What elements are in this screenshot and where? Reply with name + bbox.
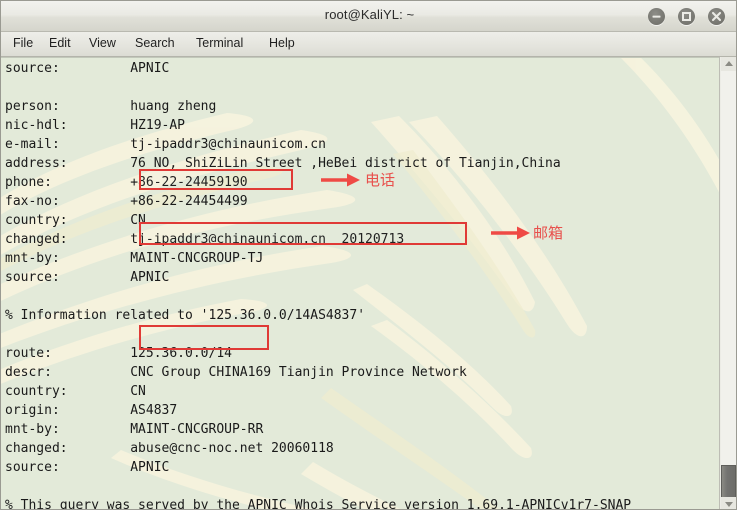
terminal-line: % Information related to '125.36.0.0/14A… — [5, 308, 366, 323]
terminal-line: mnt-by: MAINT-CNCGROUP-TJ — [5, 251, 264, 266]
terminal-output-area[interactable]: source: APNIC person: huang zheng nic-hdl:… — [1, 57, 736, 510]
menu-item-search[interactable]: Search — [133, 36, 177, 50]
menu-item-file[interactable]: File — [11, 36, 35, 50]
minimize-icon — [652, 15, 661, 18]
terminal-line: nic-hdl: HZ19-AP — [5, 118, 186, 133]
menu-bar: File Edit View Search Terminal Help — [1, 32, 736, 57]
close-icon — [711, 11, 722, 22]
terminal-line: mnt-by: MAINT-CNCGROUP-RR — [5, 422, 264, 437]
email-annotation-label: 邮箱 — [533, 224, 564, 242]
maximize-icon — [682, 12, 691, 21]
terminal-line: source: APNIC — [5, 460, 170, 475]
close-button[interactable] — [708, 8, 725, 25]
terminal-line: source: APNIC — [5, 61, 170, 76]
phone-annotation-label: 电话 — [365, 171, 396, 189]
minimize-button[interactable] — [648, 8, 665, 25]
terminal-line: source: APNIC — [5, 270, 170, 285]
terminal-line: descr: CNC Group CHINA169 Tianjin Provin… — [5, 365, 467, 380]
terminal-line: country: CN — [5, 213, 146, 228]
terminal-line: changed: tj-ipaddr3@chinaunicom.cn 20120… — [5, 232, 405, 247]
terminal-line: e-mail: tj-ipaddr3@chinaunicom.cn — [5, 137, 326, 152]
terminal-line: route: 125.36.0.0/14 — [5, 346, 232, 361]
terminal-line: fax-no: +86-22-24454499 — [5, 194, 248, 209]
menu-item-edit[interactable]: Edit — [47, 36, 73, 50]
terminal-line: changed: abuse@cnc-noc.net 20060118 — [5, 441, 334, 456]
menu-item-terminal[interactable]: Terminal — [194, 36, 245, 50]
maximize-button[interactable] — [678, 8, 695, 25]
scrollbar-track[interactable] — [721, 71, 736, 497]
terminal-line: person: huang zheng — [5, 99, 217, 114]
terminal-line: origin: AS4837 — [5, 403, 178, 418]
terminal-line: country: CN — [5, 384, 146, 399]
window-title: root@KaliYL: ~ — [324, 7, 415, 22]
chevron-down-icon — [725, 502, 733, 507]
menu-item-help[interactable]: Help — [267, 36, 297, 50]
terminal-line: % This query was served by the APNIC Who… — [5, 498, 632, 510]
vertical-scrollbar[interactable] — [719, 57, 736, 509]
terminal-text: source: APNIC person: huang zheng nic-hdl:… — [5, 59, 717, 510]
phone-arrow-icon — [321, 173, 360, 187]
changed-arrow-icon — [491, 226, 530, 240]
title-bar: root@KaliYL: ~ — [1, 1, 736, 32]
terminal-window: root@KaliYL: ~ File Edit View Search Ter… — [0, 0, 737, 510]
chevron-up-icon — [725, 61, 733, 66]
scroll-up-button[interactable] — [721, 57, 736, 71]
menu-item-view[interactable]: View — [87, 36, 118, 50]
scroll-down-button[interactable] — [721, 497, 736, 509]
